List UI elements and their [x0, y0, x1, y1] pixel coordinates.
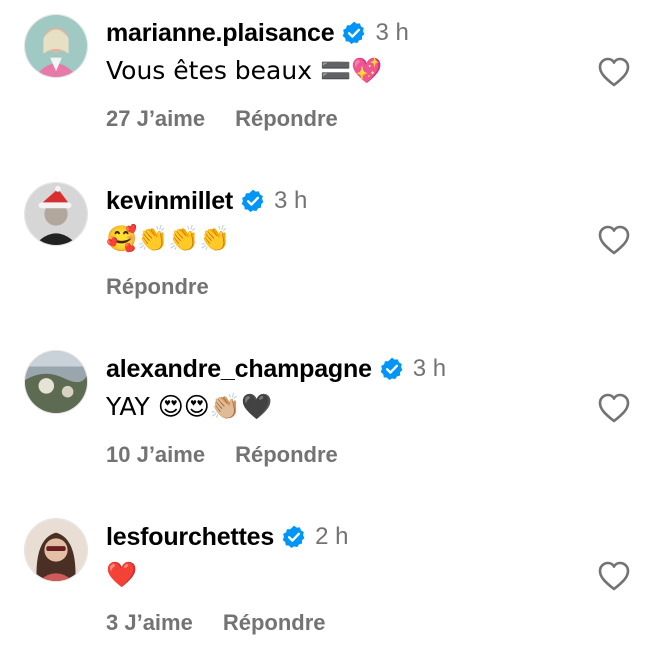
verified-badge-icon: [240, 188, 266, 214]
reply-button[interactable]: Répondre: [106, 274, 209, 300]
heart-outline-icon[interactable]: [597, 56, 631, 88]
comment-time: 2 h: [315, 523, 349, 550]
comment-time: 3 h: [274, 187, 308, 214]
comment-time: 3 h: [375, 19, 409, 46]
comment-text: YAY 😍😍👏🏼🖤: [106, 392, 273, 421]
comment-item: lesfourchettes 2 h ❤️ 3 J’aime Répondre: [0, 504, 666, 672]
comment-time: 3 h: [412, 355, 447, 382]
comment-text: ❤️: [106, 560, 138, 589]
avatar-photo: [25, 351, 87, 413]
avatar-illustration: [25, 15, 87, 77]
heart-outline-icon[interactable]: [597, 560, 631, 592]
comment-item: kevinmillet 3 h 🥰👏👏👏 Répondre: [0, 168, 666, 336]
avatar[interactable]: [24, 182, 88, 246]
avatar-photo: [25, 519, 87, 581]
comment-text: Vous êtes beaux 🟰💖: [106, 56, 383, 85]
avatar-photo: [25, 183, 87, 245]
username[interactable]: alexandre_champagne: [106, 355, 372, 384]
avatar[interactable]: [24, 350, 88, 414]
like-count[interactable]: 3 J’aime: [106, 610, 193, 636]
username[interactable]: marianne.plaisance: [106, 19, 335, 48]
reply-button[interactable]: Répondre: [223, 610, 326, 636]
comment-item: marianne.plaisance 3 h Vous êtes beaux 🟰…: [0, 0, 666, 168]
verified-badge-icon: [341, 20, 367, 46]
heart-outline-icon[interactable]: [597, 224, 631, 256]
comment-text: 🥰👏👏👏: [106, 224, 231, 253]
reply-button[interactable]: Répondre: [235, 442, 338, 468]
like-count[interactable]: 27 J’aime: [106, 106, 205, 132]
like-count[interactable]: 10 J’aime: [106, 442, 205, 468]
heart-outline-icon[interactable]: [597, 392, 631, 424]
verified-badge-icon: [281, 524, 307, 550]
verified-badge-icon: [379, 356, 405, 382]
username[interactable]: lesfourchettes: [106, 523, 274, 552]
reply-button[interactable]: Répondre: [235, 106, 338, 132]
avatar[interactable]: [24, 518, 88, 582]
comment-item: alexandre_champagne 3 h YAY 😍😍👏🏼🖤 10 J’a…: [0, 336, 666, 504]
username[interactable]: kevinmillet: [106, 187, 233, 216]
avatar[interactable]: [24, 14, 88, 78]
